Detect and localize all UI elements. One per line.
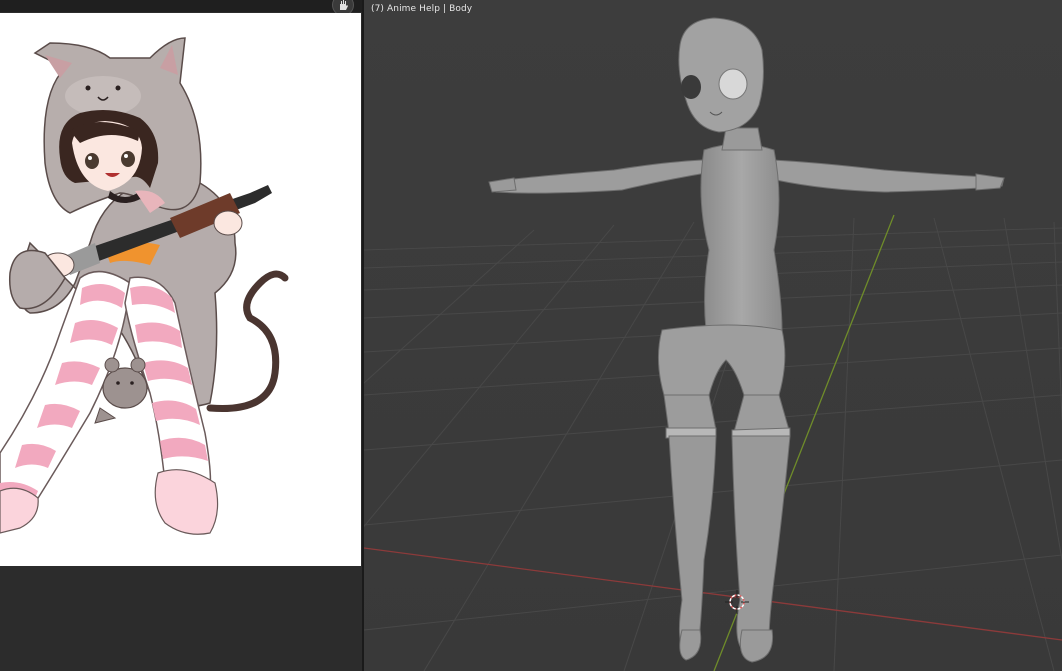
3d-viewport[interactable]: (7) Anime Help | Body [364, 0, 1062, 671]
anime-girl-illustration [0, 37, 289, 535]
reference-image-panel [0, 0, 362, 671]
reference-panel-header [0, 0, 362, 16]
viewport-scene [364, 0, 1062, 671]
reference-image [0, 13, 361, 566]
viewport-object-label: (7) Anime Help | Body [371, 4, 473, 14]
